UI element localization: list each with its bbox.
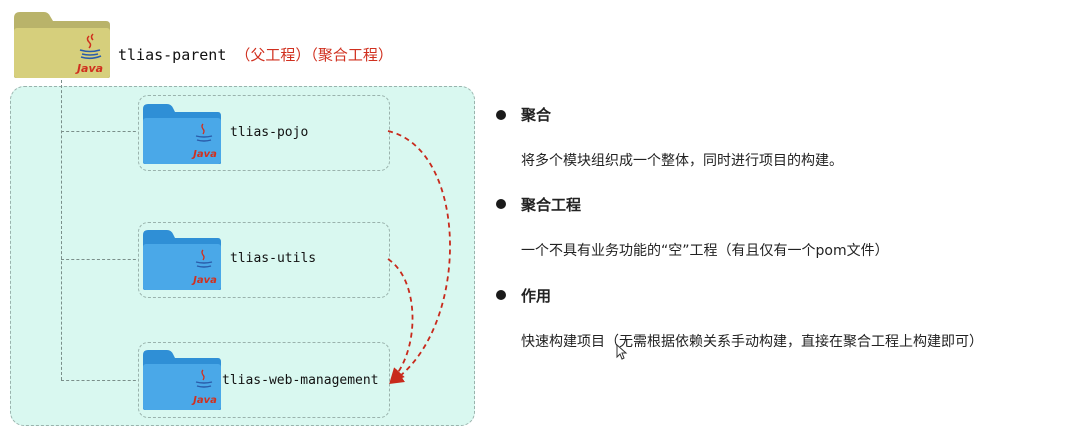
arrow-utils-to-web — [387, 258, 414, 383]
bullet-dot-1 — [496, 110, 506, 120]
arrow-pojo-to-web — [387, 130, 451, 385]
bullet-title-1: 聚合 — [521, 106, 552, 124]
bullet-text-3: 快速构建项目（无需根据依赖关系手动构建，直接在聚合工程上构建即可） — [521, 334, 983, 350]
bullet-dot-3 — [496, 290, 506, 300]
mouse-cursor-icon — [616, 344, 628, 360]
bullet-dot-2 — [496, 199, 506, 209]
bullet-text-1: 将多个模块组织成一个整体，同时进行项目的构建。 — [521, 153, 843, 169]
dependency-arrows — [387, 130, 451, 385]
bullet-text-2: 一个不具有业务功能的“空”工程（有且仅有一个pom文件） — [521, 243, 889, 259]
bullet-title-3: 作用 — [521, 287, 552, 305]
bullet-title-2: 聚合工程 — [521, 196, 582, 214]
